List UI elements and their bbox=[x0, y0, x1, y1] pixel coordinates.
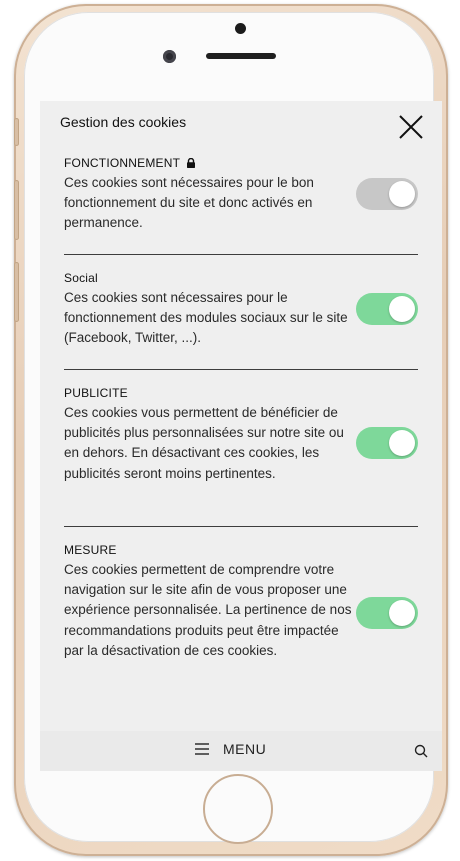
menu-button[interactable]: MENU bbox=[195, 741, 266, 757]
section-title: FONCTIONNEMENT bbox=[64, 156, 420, 170]
search-icon[interactable] bbox=[414, 744, 428, 758]
close-icon[interactable] bbox=[395, 111, 427, 143]
toggle-knob bbox=[389, 600, 415, 626]
toggle-mesure[interactable] bbox=[356, 597, 418, 629]
front-camera bbox=[163, 50, 176, 63]
earpiece-speaker bbox=[206, 53, 276, 59]
screen: Gestion des cookies FONCTIONNEMENT Ces c… bbox=[40, 101, 442, 771]
side-button-mute bbox=[14, 118, 19, 146]
section-title: Social bbox=[64, 271, 98, 285]
proximity-sensor bbox=[235, 23, 246, 34]
toggle-knob bbox=[389, 430, 415, 456]
section-description: Ces cookies permettent de comprendre vot… bbox=[64, 562, 352, 658]
lock-icon bbox=[187, 158, 196, 168]
section-description: Ces cookies vous permettent de bénéficie… bbox=[64, 405, 344, 481]
side-button-volume-down bbox=[14, 262, 19, 322]
divider bbox=[64, 254, 418, 255]
toggle-knob bbox=[389, 181, 415, 207]
section-description: Ces cookies sont nécessaires pour le fon… bbox=[64, 290, 348, 346]
divider bbox=[64, 369, 418, 370]
section-title: MESURE bbox=[64, 543, 117, 557]
toggle-fonctionnement[interactable] bbox=[356, 178, 418, 210]
side-button-volume-up bbox=[14, 180, 19, 240]
divider bbox=[64, 526, 418, 527]
section-description: Ces cookies sont nécessaires pour le bon… bbox=[64, 175, 314, 231]
toggle-publicite[interactable] bbox=[356, 427, 418, 459]
hamburger-icon bbox=[195, 743, 209, 755]
toggle-social[interactable] bbox=[356, 293, 418, 325]
modal-title: Gestion des cookies bbox=[60, 114, 187, 130]
bottom-nav-bar: MENU bbox=[40, 731, 442, 771]
menu-label: MENU bbox=[223, 741, 267, 757]
toggle-knob bbox=[389, 296, 415, 322]
home-button[interactable] bbox=[203, 774, 273, 844]
section-title: PUBLICITE bbox=[64, 386, 128, 400]
